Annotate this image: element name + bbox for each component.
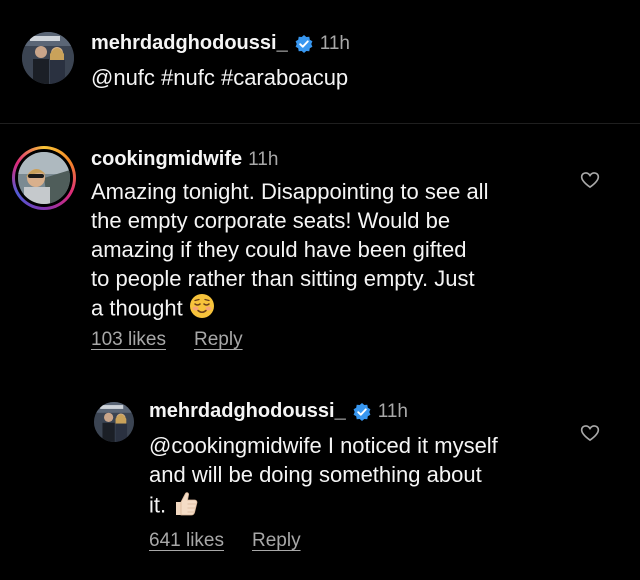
comment-text-line: a thought <box>91 295 183 321</box>
reply-text-line-last: it. <box>149 489 498 518</box>
thumbs-up-emoji <box>172 489 200 524</box>
caption-avatar[interactable] <box>22 32 74 84</box>
reply-header: mehrdadghodoussi_ 11h <box>149 400 408 423</box>
comment-reply-button[interactable]: Reply <box>194 329 243 351</box>
caption-header: mehrdadghodoussi_ 11h <box>91 32 350 55</box>
comment-text-line: to people rather than sitting empty. Jus… <box>91 266 475 291</box>
comment-text-line: amazing if they could have been gifted <box>91 237 467 262</box>
reply-text-line: @cookingmidwife I noticed it myself <box>149 433 498 458</box>
comment-timestamp: 11h <box>248 148 279 170</box>
relieved-smiling-face-emoji <box>189 293 215 326</box>
reply-username[interactable]: mehrdadghodoussi_ <box>149 400 346 423</box>
comment-header: cookingmidwife 11h <box>91 148 278 171</box>
reply-text-line: and will be doing something about <box>149 462 482 487</box>
caption-divider <box>0 123 640 124</box>
reply-likes-count[interactable]: 641 likes <box>149 530 224 552</box>
story-ring[interactable] <box>12 146 76 210</box>
reply-text: @cookingmidwife I noticed it myself and … <box>149 431 498 518</box>
reply-avatar[interactable] <box>94 402 134 442</box>
comment-username[interactable]: cookingmidwife <box>91 148 242 171</box>
verified-badge-icon <box>294 34 314 54</box>
caption-text-line: @nufc #nufc #caraboacup <box>91 65 349 90</box>
comment-text-line: Amazing tonight. Disappointing to see al… <box>91 179 489 204</box>
reply-reply-button[interactable]: Reply <box>252 530 301 552</box>
reply-timestamp: 11h <box>377 400 408 422</box>
caption-username[interactable]: mehrdadghodoussi_ <box>91 32 288 55</box>
reply-text-line: it. <box>149 492 167 518</box>
comment-text-line-last: a thought <box>91 293 488 322</box>
comment-meta: 103 likes Reply <box>91 329 243 351</box>
reply-like-heart-icon[interactable] <box>580 423 600 443</box>
reply-meta: 641 likes Reply <box>149 530 301 552</box>
comment-like-heart-icon[interactable] <box>580 170 600 190</box>
verified-badge-icon <box>352 402 372 422</box>
comment-avatar[interactable] <box>18 152 70 204</box>
comment-likes-count[interactable]: 103 likes <box>91 329 166 351</box>
caption-text: @nufc #nufc #caraboacup <box>91 63 348 92</box>
comment-text: Amazing tonight. Disappointing to see al… <box>91 177 488 322</box>
caption-timestamp: 11h <box>319 32 350 54</box>
comment-text-line: the empty corporate seats! Would be <box>91 208 451 233</box>
